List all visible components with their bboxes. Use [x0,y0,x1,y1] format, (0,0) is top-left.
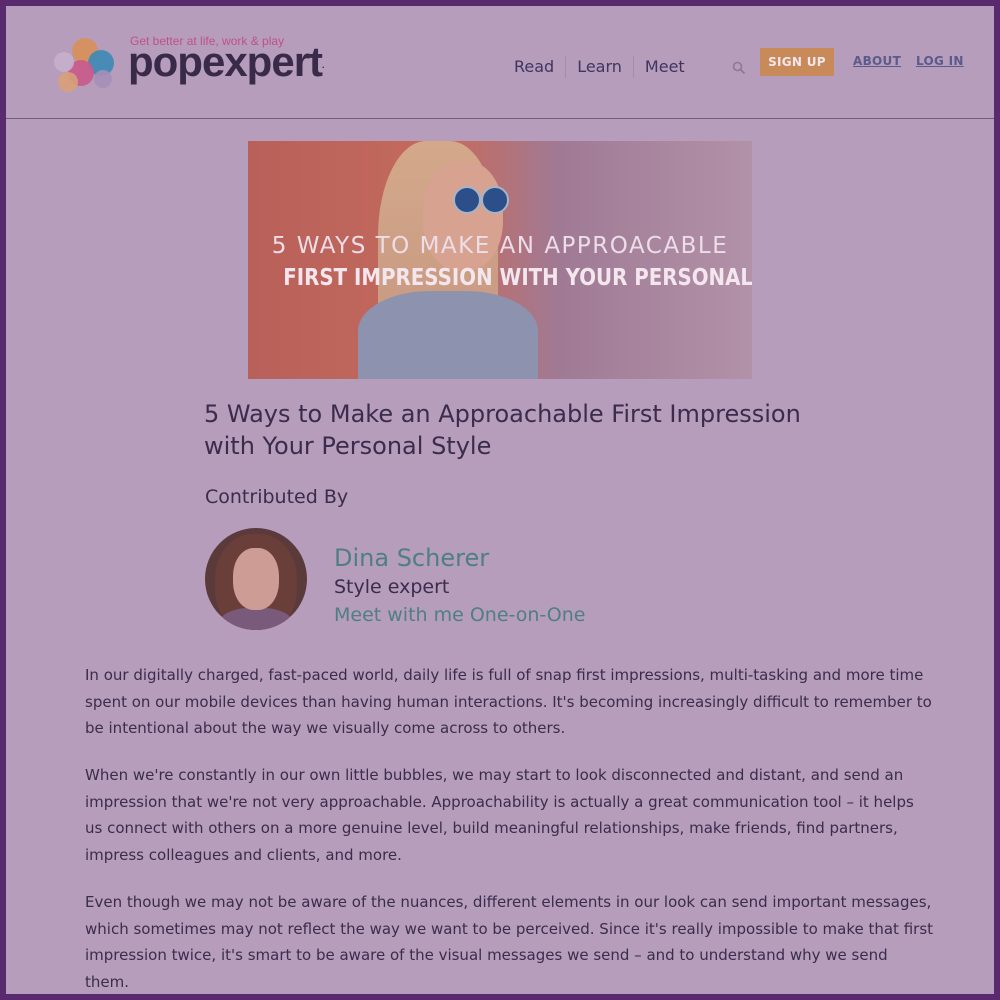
paragraph-text: In our digitally charged, fast-paced wor… [85,666,932,737]
popexpert-logo[interactable]: Get better at life, work & play popexper… [50,34,350,98]
paragraph-text: When we're constantly in our own little … [85,766,914,864]
author-avatar[interactable] [205,528,307,630]
sunglasses-icon [453,186,509,214]
logo-dots-icon [50,38,126,94]
log-in-link[interactable]: LOG IN [916,54,964,68]
hero-shirt [358,291,538,379]
author-name-link[interactable]: Dina Scherer [334,544,489,572]
meet-one-on-one-link[interactable]: Meet with me One-on-One [334,604,585,626]
hero-headline-line1: 5 WAYS TO MAKE AN APPROACABLE [271,233,729,259]
about-link[interactable]: ABOUT [853,54,901,68]
sign-up-button[interactable]: SIGN UP [760,48,834,76]
author-role: Style expert [334,576,450,598]
search-icon[interactable] [732,61,746,75]
site-header: Get better at life, work & play popexper… [6,6,994,119]
article-paragraph: Even though we may not be aware of the n… [85,889,935,995]
nav-read[interactable]: Read [503,56,565,78]
article-paragraph: In our digitally charged, fast-paced wor… [85,662,935,742]
article-paragraph: When we're constantly in our own little … [85,762,935,868]
paragraph-text: Even though we may not be aware of the n… [85,893,934,991]
main-nav: Read Learn Meet [503,56,696,78]
hero-image: 5 WAYS TO MAKE AN APPROACABLE FIRST IMPR… [248,141,752,379]
logo-wordmark: popexpert. [128,38,324,85]
nav-meet[interactable]: Meet [632,56,696,78]
contributed-by-label: Contributed By [205,486,349,508]
hero-headline-line2: FIRST IMPRESSION WITH YOUR PERSONAL STYL… [283,265,752,291]
nav-learn[interactable]: Learn [565,56,633,78]
article-title: 5 Ways to Make an Approachable First Imp… [204,400,801,460]
